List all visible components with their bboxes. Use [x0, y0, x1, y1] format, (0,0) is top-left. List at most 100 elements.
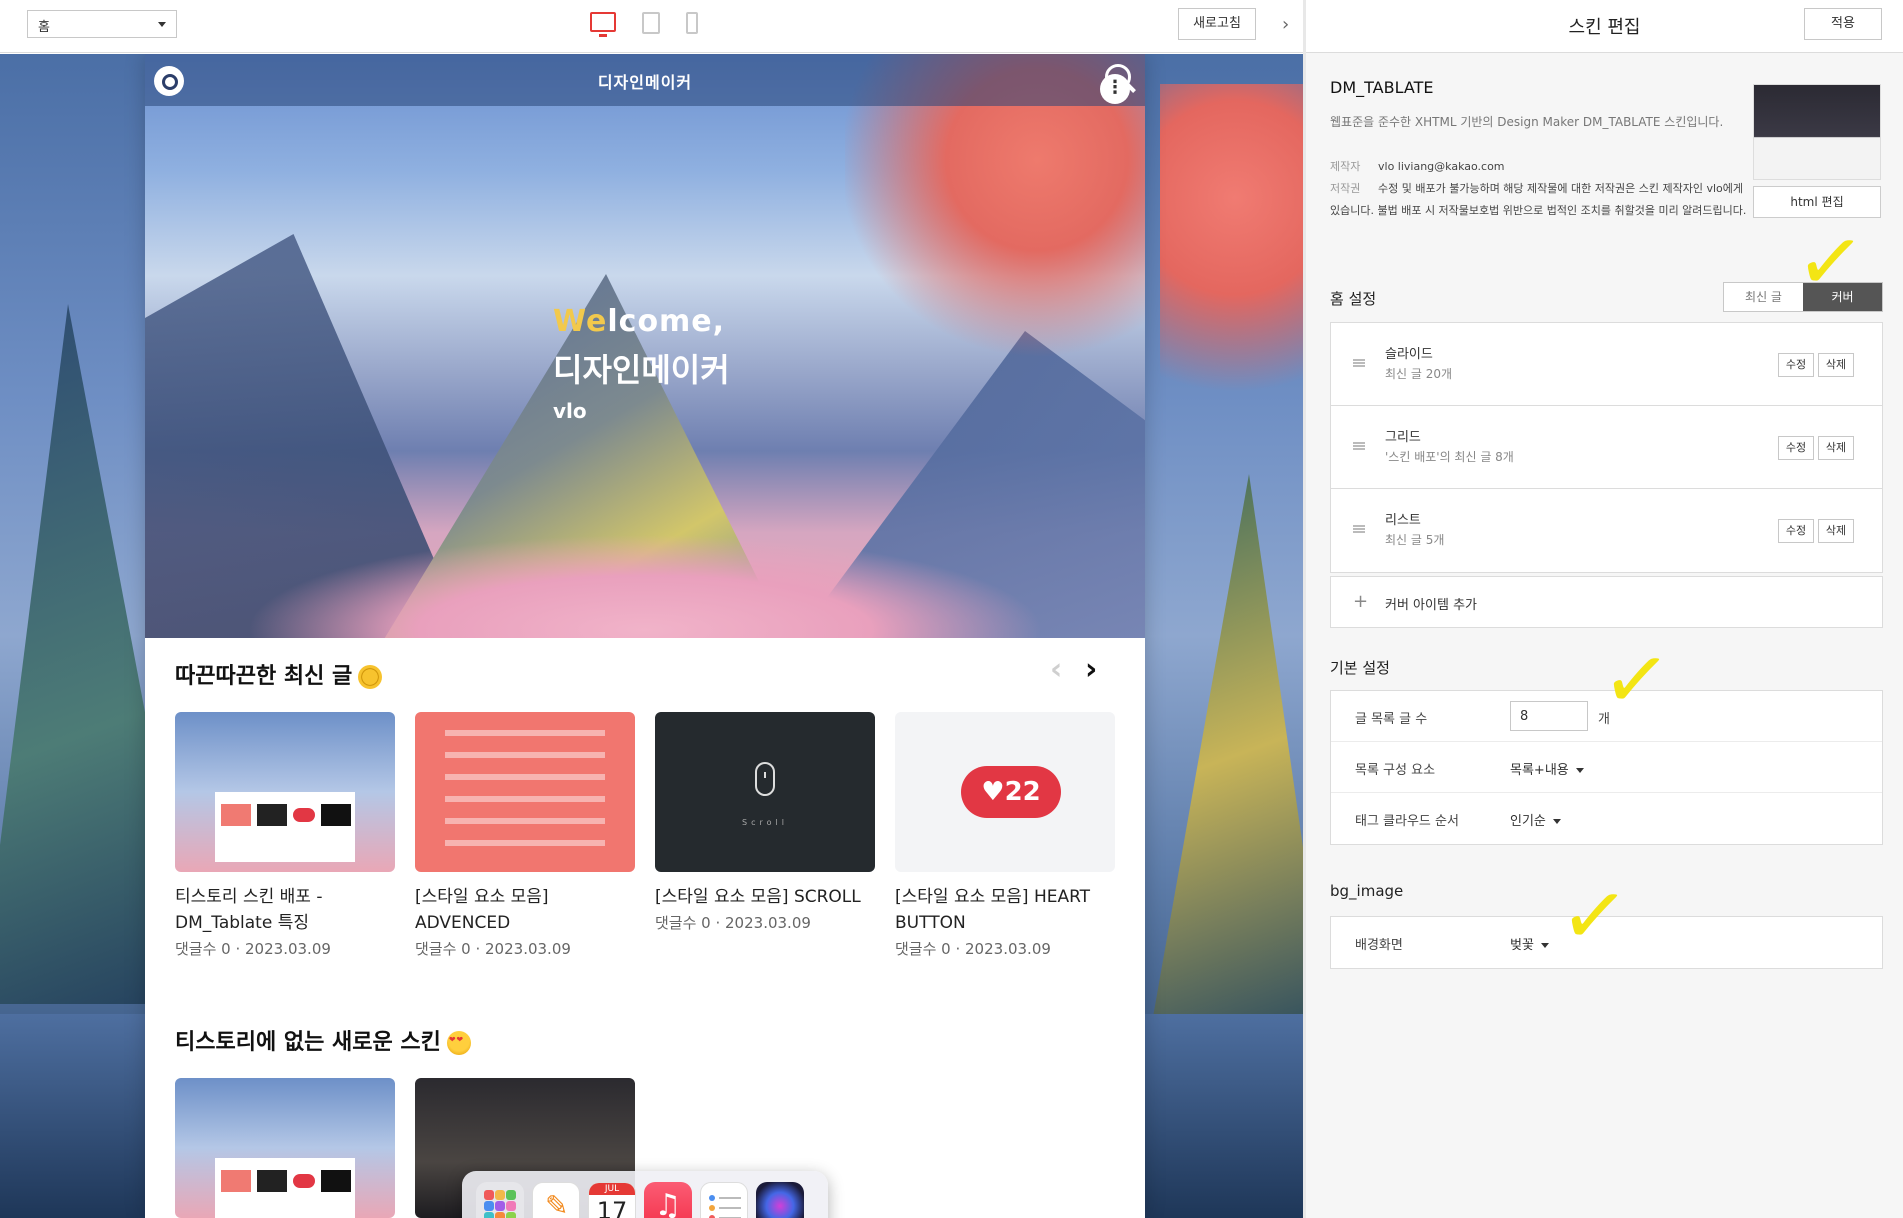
cover-item-list: 슬라이드 최신 글 20개 수정 삭제 그리드 '스킨 배포'의 최신 글 8개…	[1330, 322, 1883, 573]
post-count-input[interactable]	[1510, 701, 1588, 731]
delete-button[interactable]: 삭제	[1818, 353, 1854, 377]
mobile-view-icon[interactable]	[686, 12, 698, 34]
thumbnail-line	[445, 840, 605, 846]
add-cover-item-button[interactable]: + 커버 아이템 추가	[1330, 576, 1883, 628]
cover-item-name: 슬라이드	[1385, 347, 1433, 362]
launchpad-dot	[506, 1212, 516, 1218]
post-title[interactable]: [스타일 요소 모음] HEART BUTTON	[895, 884, 1115, 936]
skin-thumbnail	[1753, 84, 1881, 180]
desktop-view-icon[interactable]	[590, 12, 616, 37]
refresh-button[interactable]: 새로고침	[1178, 8, 1256, 40]
site-title[interactable]: 디자인메이커	[145, 69, 1145, 93]
tag-order-select[interactable]: 인기순	[1510, 810, 1561, 829]
calendar-month: JUL	[589, 1183, 635, 1195]
chevron-left-icon[interactable]: ‹	[1050, 652, 1062, 687]
post-title[interactable]: 티스토리 스킨 배포 - DM_Tablate 특징	[175, 884, 395, 936]
app-dock: JUL 17 ♫	[462, 1171, 828, 1218]
skin-info: DM_TABLATE 웹표준을 준수한 XHTML 기반의 Design Mak…	[1330, 78, 1750, 222]
edit-button[interactable]: 수정	[1778, 519, 1814, 543]
cover-item-name: 리스트	[1385, 513, 1421, 528]
post-card[interactable]: Scroll [스타일 요소 모음] SCROLL 댓글수 0 · 2023.0…	[655, 712, 875, 933]
preview-toolbar: 홈 새로고침 ›	[0, 0, 1303, 53]
skin-preview: 디자인메이커 Welcome, 디자인메이커 vlo 따끈따끈한 최신 글 ‹ …	[0, 54, 1303, 1218]
calendar-icon[interactable]: JUL 17	[588, 1182, 636, 1218]
edit-button[interactable]: 수정	[1778, 436, 1814, 460]
launchpad-dot	[506, 1201, 516, 1211]
post-card[interactable]: [스타일 요소 모음] ADVENCED 댓글수 0 · 2023.03.09	[415, 712, 635, 959]
thumbnail-block	[257, 1170, 287, 1192]
launchpad-dot	[484, 1201, 494, 1211]
post-meta: 댓글수 0 · 2023.03.09	[895, 940, 1051, 958]
cover-item: 슬라이드 최신 글 20개 수정 삭제	[1331, 323, 1882, 406]
reminders-icon[interactable]	[700, 1182, 748, 1218]
pages-icon[interactable]	[532, 1182, 580, 1218]
thumbnail-line	[445, 774, 605, 780]
drag-handle-icon[interactable]	[1353, 359, 1365, 367]
chevron-right-icon[interactable]: ›	[1282, 14, 1289, 35]
delete-button[interactable]: 삭제	[1818, 436, 1854, 460]
checkmark-annotation-icon: ✓	[1791, 211, 1870, 314]
bg-label: 배경화면	[1355, 938, 1403, 953]
thumbnail-block	[221, 1170, 251, 1192]
post-title[interactable]: [스타일 요소 모음] SCROLL	[655, 884, 875, 910]
launchpad-dot	[495, 1201, 505, 1211]
hero-author: vlo	[553, 399, 587, 423]
launchpad-dot	[506, 1190, 516, 1200]
tablet-view-icon[interactable]	[642, 12, 660, 34]
launchpad-dot	[495, 1190, 505, 1200]
menu-icon[interactable]: ⋮	[1100, 74, 1130, 104]
section-title: 티스토리에 없는 새로운 스킨	[175, 1024, 471, 1056]
post-title[interactable]: [스타일 요소 모음] ADVENCED	[415, 884, 635, 936]
blog-page: 디자인메이커 Welcome, 디자인메이커 vlo 따끈따끈한 최신 글 ‹ …	[145, 54, 1145, 1218]
drag-handle-icon[interactable]	[1353, 442, 1365, 450]
site-header: 디자인메이커	[145, 54, 1145, 106]
post-meta: 댓글수 0 · 2023.03.09	[415, 940, 571, 958]
basic-setting-label: 기본 설정	[1330, 659, 1390, 677]
thumbnail-line	[445, 752, 605, 758]
section-title-text: 티스토리에 없는 새로운 스킨	[175, 1030, 441, 1055]
page-select[interactable]: 홈	[27, 10, 177, 38]
thumbnail-block	[321, 804, 351, 826]
sun-emoji-icon	[358, 665, 383, 689]
section-title-text: 따끈따끈한 최신 글	[175, 664, 353, 689]
post-thumbnail[interactable]	[175, 1078, 395, 1218]
apply-button[interactable]: 적용	[1804, 8, 1882, 40]
music-icon[interactable]: ♫	[644, 1182, 692, 1218]
cover-item: 그리드 '스킨 배포'의 최신 글 8개 수정 삭제	[1331, 406, 1882, 489]
post-thumbnail[interactable]: ♥22	[895, 712, 1115, 872]
chevron-right-icon[interactable]: ›	[1085, 652, 1097, 687]
bg-select[interactable]: 벚꽃	[1510, 934, 1549, 953]
tag-order-value: 인기순	[1510, 814, 1546, 829]
edit-button[interactable]: 수정	[1778, 353, 1814, 377]
list-element-select[interactable]: 목록+내용	[1510, 759, 1584, 778]
list-element-value: 목록+내용	[1510, 763, 1569, 778]
siri-icon[interactable]	[756, 1182, 804, 1218]
heart-button-preview: ♥22	[961, 766, 1061, 818]
maker-row: 제작자 vlo liviang@kakao.com	[1330, 156, 1750, 178]
thumbnail-block	[221, 804, 251, 826]
hero-welcome-highlight: We	[553, 304, 608, 339]
post-card[interactable]: ♥22 [스타일 요소 모음] HEART BUTTON 댓글수 0 · 202…	[895, 712, 1115, 959]
post-thumbnail[interactable]	[415, 712, 635, 872]
checkmark-annotation-icon: ✓	[1597, 629, 1676, 732]
page-select-value: 홈	[38, 20, 50, 35]
post-thumbnail[interactable]: Scroll	[655, 712, 875, 872]
thumbnail-block	[293, 808, 315, 822]
heart-icon: ♥	[981, 777, 1005, 807]
cover-item-desc: '스킨 배포'의 최신 글 8개	[1385, 450, 1514, 464]
post-card[interactable]: 티스토리 스킨 배포 - DM_Tablate 특징 댓글수 0 · 2023.…	[175, 712, 395, 959]
drag-handle-icon[interactable]	[1353, 525, 1365, 533]
launchpad-icon[interactable]	[476, 1182, 524, 1218]
delete-button[interactable]: 삭제	[1818, 519, 1854, 543]
post-thumbnail[interactable]	[175, 712, 395, 872]
background-mountain	[1150, 474, 1303, 1034]
heart-count: 22	[1004, 777, 1041, 807]
home-setting-label: 홈 설정	[1330, 290, 1377, 308]
launchpad-dot	[495, 1212, 505, 1218]
checkmark-annotation-icon: ✓	[1555, 865, 1634, 968]
thumbnail-text: Scroll	[742, 818, 788, 827]
add-cover-item-label: 커버 아이템 추가	[1385, 598, 1477, 613]
skin-description: 웹표준을 준수한 XHTML 기반의 Design Maker DM_TABLA…	[1330, 115, 1724, 129]
thumbnail-line	[445, 730, 605, 736]
cover-item-name: 그리드	[1385, 430, 1421, 445]
